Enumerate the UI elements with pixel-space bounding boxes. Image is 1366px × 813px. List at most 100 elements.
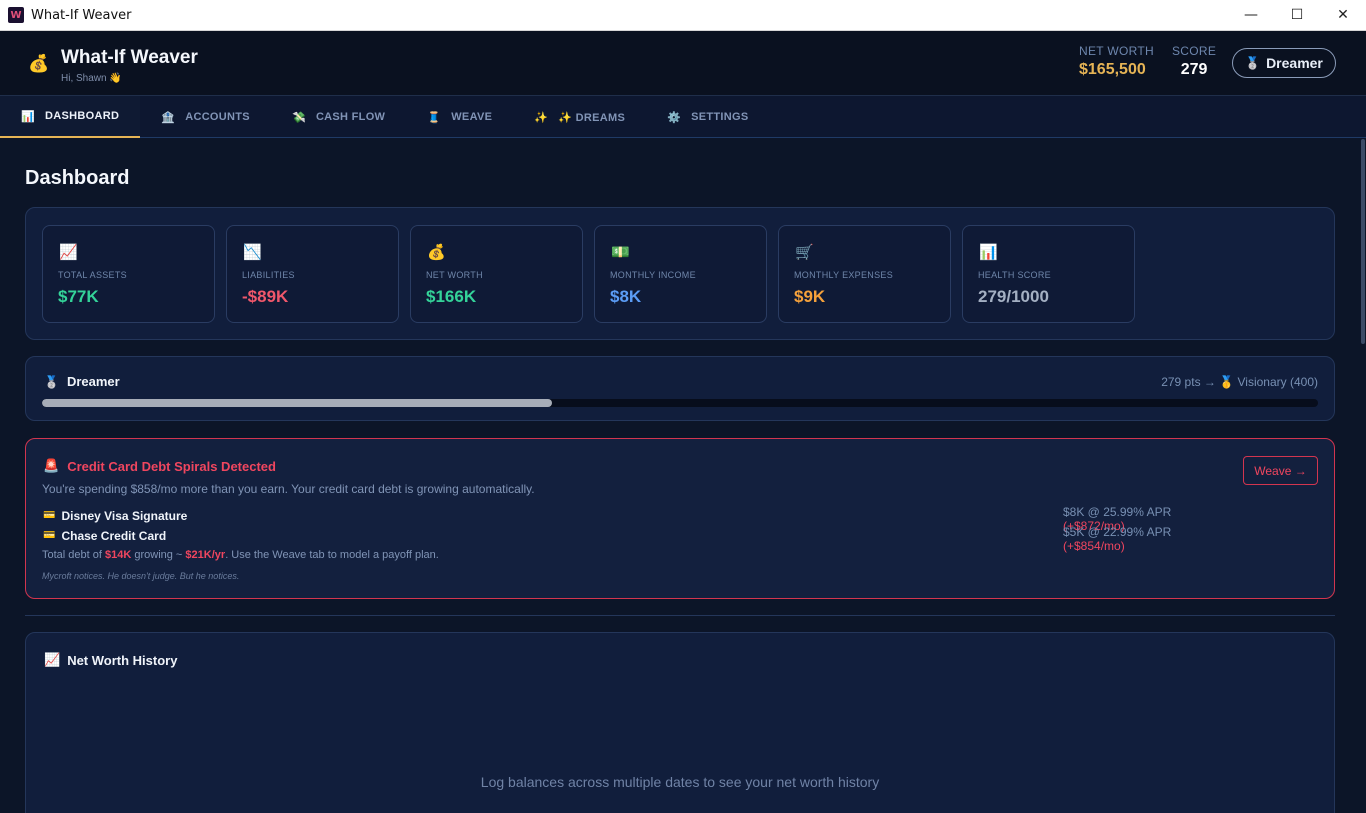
window-title: What-If Weaver (31, 7, 132, 23)
money-bag-icon: 💰 (427, 244, 446, 261)
section-divider (25, 615, 1335, 616)
page-title: Dashboard (25, 167, 130, 189)
stat-card-monthly-income: 💵 MONTHLY INCOME $8K (594, 225, 767, 323)
app-logo-icon: W (8, 7, 24, 23)
tab-dashboard[interactable]: 📊 DASHBOARD (0, 96, 141, 138)
sparkles-icon: ✨ (534, 111, 549, 124)
summary-middle: growing ~ (131, 549, 186, 561)
header-net-worth: NET WORTH $165,500 (1079, 44, 1154, 79)
main-scrollbar[interactable] (1360, 139, 1366, 813)
stat-card-monthly-expenses: 🛒 MONTHLY EXPENSES $9K (778, 225, 951, 323)
level-name: Dreamer (66, 374, 120, 389)
bank-icon: 🏦 (161, 111, 176, 124)
stat-value: $9K (794, 287, 826, 306)
summary-rate: $21K/yr (185, 549, 226, 561)
next-level-text: 279 pts → 🥇 Visionary (400) (1161, 375, 1318, 389)
debt-balance-apr: $5K @ 22.99% APR (1063, 525, 1172, 539)
dollar-banknote-icon: 💵 (611, 244, 630, 261)
bar-chart-icon: 📊 (979, 244, 998, 261)
debt-row: 💳 Disney Visa Signature $8K @ 25.99% APR… (43, 505, 1233, 533)
thread-icon: 🧵 (427, 111, 442, 124)
net-worth-history-panel: 📈 Net Worth History Log balances across … (25, 632, 1335, 813)
gear-icon: ⚙️ (667, 111, 682, 124)
app-header: 💰 What-If Weaver Hi, Shawn 👋 NET WORTH $… (0, 31, 1366, 96)
stat-value: $166K (426, 287, 477, 306)
stat-label: LIABILITIES (242, 270, 295, 280)
tab-label: ✨ DREAMS (558, 111, 626, 124)
credit-card-icon: 💳 (43, 530, 56, 541)
alert-description: You're spending $858/mo more than you ea… (42, 482, 535, 496)
score-value: 279 (1180, 61, 1208, 78)
close-button[interactable]: ✕ (1320, 0, 1366, 31)
money-bag-icon: 💰 (28, 54, 50, 73)
stat-label: MONTHLY EXPENSES (794, 270, 893, 280)
level-progress-bar (42, 399, 1318, 407)
weave-button[interactable]: Weave → (1243, 456, 1318, 485)
stat-label: NET WORTH (426, 270, 483, 280)
history-title-row: 📈 Net Worth History (44, 652, 177, 668)
net-worth-value: $165,500 (1079, 61, 1146, 78)
level-name-row: 🥈 Dreamer (44, 374, 120, 389)
minimize-button[interactable]: — (1228, 0, 1274, 31)
debt-name-wrap: 💳 Chase Credit Card (43, 529, 166, 543)
stat-label: HEALTH SCORE (978, 270, 1051, 280)
net-worth-label: NET WORTH (1079, 44, 1154, 58)
scrollbar-thumb[interactable] (1361, 139, 1365, 344)
debt-row: 💳 Chase Credit Card $5K @ 22.99% APR (+$… (43, 525, 1233, 553)
stat-label: MONTHLY INCOME (610, 270, 696, 280)
level-panel: 🥈 Dreamer 279 pts → 🥇 Visionary (400) (25, 356, 1335, 421)
tab-dreams[interactable]: ✨ ✨ DREAMS (513, 96, 646, 138)
tab-label: SETTINGS (691, 111, 749, 123)
main-tabs: 📊 DASHBOARD 🏦 ACCOUNTS 💸 CASH FLOW 🧵 WEAVE ✨ ✨ DR… (0, 96, 1366, 138)
history-title: Net Worth History (67, 652, 178, 668)
debt-info: $5K @ 22.99% APR (+$854/mo) (1063, 525, 1233, 553)
bar-chart-icon: 📊 (21, 110, 35, 123)
money-wings-icon: 💸 (291, 111, 306, 124)
debt-summary: Total debt of $14K growing ~ $21K/yr. Us… (42, 549, 439, 561)
chart-increasing-icon: 📈 (59, 244, 78, 261)
shopping-cart-icon: 🛒 (795, 244, 814, 261)
summary-prefix: Total debt of (42, 549, 105, 561)
summary-suffix: . Use the Weave tab to model a payoff pl… (225, 549, 439, 561)
stat-card-net-worth: 💰 NET WORTH $166K (410, 225, 583, 323)
stat-card-health-score: 📊 HEALTH SCORE 279/1000 (962, 225, 1135, 323)
alert-title-row: 🚨 Credit Card Debt Spirals Detected (43, 458, 276, 474)
debt-balance-apr: $8K @ 25.99% APR (1063, 505, 1172, 519)
tab-cash-flow[interactable]: 💸 CASH FLOW (271, 96, 406, 138)
tab-label: CASH FLOW (315, 111, 386, 123)
stat-value: 279/1000 (978, 287, 1049, 306)
siren-icon: 🚨 (43, 458, 60, 473)
mycroft-note: Mycroft notices. He doesn't judge. But h… (42, 571, 240, 581)
debt-name: Disney Visa Signature (61, 508, 188, 523)
level-progress-fill (42, 399, 553, 407)
silver-medal-icon: 🥈 (1245, 56, 1261, 70)
silver-medal-icon: 🥈 (44, 374, 59, 389)
credit-card-icon: 💳 (43, 510, 56, 521)
rank-button[interactable]: 🥈 Dreamer (1232, 48, 1336, 78)
debt-growth: (+$854/mo) (1063, 539, 1125, 553)
main-content: Dashboard 📈 TOTAL ASSETS $77K 📉 LIABILITIES -… (0, 139, 1360, 813)
tab-label: WEAVE (451, 111, 493, 123)
alert-title: Credit Card Debt Spirals Detected (67, 458, 276, 474)
chart-increasing-icon: 📈 (44, 652, 61, 667)
tab-label: DASHBOARD (45, 110, 120, 122)
user-greeting: Hi, Shawn 👋 (61, 73, 122, 84)
tab-settings[interactable]: ⚙️ SETTINGS (646, 96, 769, 138)
tab-weave[interactable]: 🧵 WEAVE (406, 96, 513, 138)
debt-alert-panel: 🚨 Credit Card Debt Spirals Detected You'… (25, 438, 1335, 599)
stat-value: $8K (610, 287, 642, 306)
tab-label: ACCOUNTS (185, 111, 250, 123)
stats-panel: 📈 TOTAL ASSETS $77K 📉 LIABILITIES -$89K 💰 NET W… (25, 207, 1335, 340)
stat-card-total-assets: 📈 TOTAL ASSETS $77K (42, 225, 215, 323)
stat-card-liabilities: 📉 LIABILITIES -$89K (226, 225, 399, 323)
maximize-button[interactable]: ☐ (1274, 0, 1320, 31)
debt-name: Chase Credit Card (61, 528, 167, 543)
stat-value: -$89K (242, 287, 289, 306)
rank-label: Dreamer (1266, 55, 1323, 71)
tab-accounts[interactable]: 🏦 ACCOUNTS (140, 96, 271, 138)
summary-total: $14K (105, 549, 132, 561)
window-titlebar: W What-If Weaver — ☐ ✕ (0, 0, 1366, 31)
stat-value: $77K (58, 287, 99, 306)
history-empty-state: Log balances across multiple dates to se… (480, 774, 880, 790)
app-name: What-If Weaver (61, 47, 198, 68)
